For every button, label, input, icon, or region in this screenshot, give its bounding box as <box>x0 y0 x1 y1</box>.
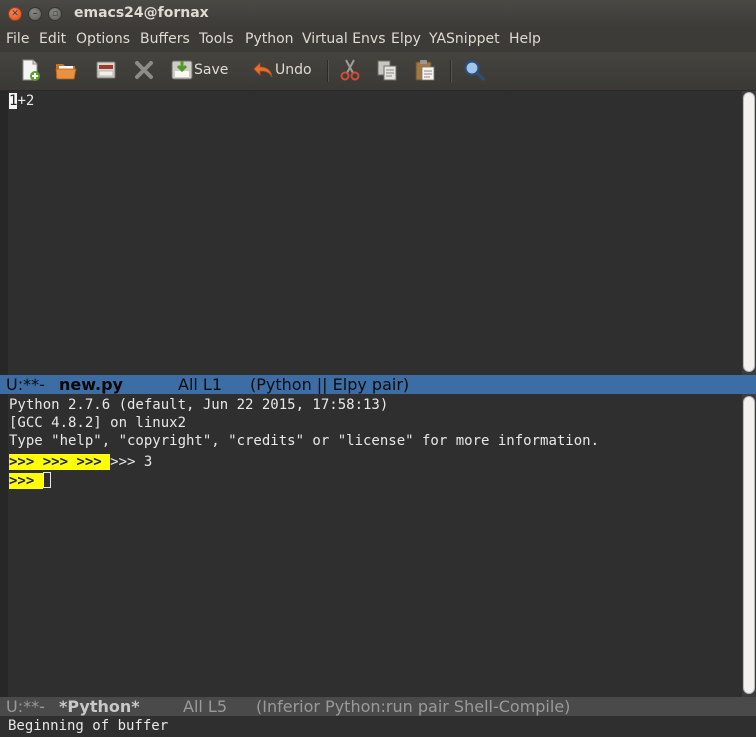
save-icon <box>171 60 193 80</box>
open-file-button[interactable] <box>54 58 82 84</box>
save-label: Save <box>194 62 229 78</box>
new-file-button[interactable] <box>18 58 44 84</box>
modeline-buffer-name[interactable]: *Python* <box>59 697 140 716</box>
left-fringe-bottom <box>0 394 8 697</box>
editor-line-text: +2 <box>17 93 35 109</box>
copy-icon <box>377 60 397 81</box>
new-file-icon <box>22 59 40 81</box>
dired-icon <box>96 61 116 79</box>
toolbar: Save Undo <box>0 52 756 91</box>
undo-button[interactable]: Undo <box>251 58 315 84</box>
scrollbar-top-thumb[interactable] <box>743 92 755 372</box>
left-fringe-top <box>0 91 8 375</box>
undo-label: Undo <box>275 62 312 78</box>
close-icon <box>135 61 153 79</box>
modeline-status: U:**- <box>6 375 45 394</box>
shell-line-1: Python 2.7.6 (default, Jun 22 2015, 17:5… <box>9 397 389 413</box>
paste-button[interactable] <box>413 58 439 84</box>
menu-tools[interactable]: Tools <box>199 31 234 47</box>
search-icon <box>464 60 485 81</box>
modeline-position: All L1 <box>178 375 223 394</box>
shell-line-3: Type "help", "copyright", "credits" or "… <box>9 433 600 449</box>
modeline-position: All L5 <box>183 697 228 716</box>
modeline-python-shell[interactable]: U:**- *Python* All L5 (Inferior Python:r… <box>0 697 756 716</box>
shell-line-4: >>> >>> >>> >>> 3 <box>9 453 152 471</box>
python-shell-buffer[interactable]: Python 2.7.6 (default, Jun 22 2015, 17:5… <box>9 396 740 697</box>
close-icon: ✕ <box>11 9 19 19</box>
menu-options[interactable]: Options <box>76 31 130 47</box>
window-maximize-button[interactable]: ▫ <box>48 7 62 21</box>
search-button[interactable] <box>462 58 488 84</box>
menu-yasnippet[interactable]: YASnippet <box>429 31 500 47</box>
toolbar-separator <box>327 60 329 82</box>
menu-virtual-envs[interactable]: Virtual Envs <box>302 31 386 47</box>
scrollbar-bottom[interactable] <box>742 394 756 697</box>
modeline-modes[interactable]: (Python || Elpy pair) <box>250 375 409 394</box>
cut-icon <box>340 59 360 81</box>
toolbar-separator <box>450 60 452 82</box>
open-folder-icon <box>55 64 77 80</box>
window-close-button[interactable]: ✕ <box>8 7 22 21</box>
menu-bar: File Edit Options Buffers Tools Python V… <box>0 28 756 52</box>
shell-line-2: [GCC 4.8.2] on linux2 <box>9 415 187 431</box>
menu-file[interactable]: File <box>6 31 29 47</box>
menu-buffers[interactable]: Buffers <box>140 31 190 47</box>
shell-cursor <box>42 472 51 488</box>
menu-edit[interactable]: Edit <box>39 31 66 47</box>
menu-help[interactable]: Help <box>509 31 541 47</box>
scrollbar-top[interactable] <box>742 91 756 375</box>
shell-current-prompt: >>> <box>9 473 43 489</box>
editor-line-1: 1+2 <box>9 92 34 110</box>
save-button[interactable]: Save <box>170 58 230 84</box>
editor-buffer-new-py[interactable]: 1+2 <box>9 91 740 375</box>
cut-button[interactable] <box>338 58 364 84</box>
window-minimize-button[interactable]: – <box>28 7 42 21</box>
menu-python[interactable]: Python <box>245 31 294 47</box>
dired-button[interactable] <box>94 58 120 84</box>
modeline-new-py[interactable]: U:**- new.py All L1 (Python || Elpy pair… <box>0 375 756 394</box>
emacs-window: ✕ – ▫ emacs24@fornax File Edit Options B… <box>0 0 756 737</box>
modeline-modes[interactable]: (Inferior Python:run pair Shell-Compile) <box>256 697 570 716</box>
echo-area[interactable]: Beginning of buffer <box>0 716 756 737</box>
modeline-status: U:**- <box>6 697 45 716</box>
copy-button[interactable] <box>375 58 401 84</box>
title-bar[interactable]: ✕ – ▫ emacs24@fornax <box>0 0 756 28</box>
echo-message: Beginning of buffer <box>8 718 169 734</box>
shell-line-5: >>> <box>9 472 51 490</box>
paste-icon <box>415 60 435 81</box>
shell-output: >>> 3 <box>110 454 153 470</box>
window-title: emacs24@fornax <box>74 5 209 21</box>
kill-buffer-button[interactable] <box>132 58 158 84</box>
minimize-icon: – <box>32 9 38 19</box>
modeline-buffer-name[interactable]: new.py <box>59 375 123 394</box>
undo-icon <box>253 62 273 78</box>
shell-prompt-group: >>> >>> >>> <box>9 454 111 470</box>
maximize-icon: ▫ <box>51 9 59 19</box>
scrollbar-bottom-thumb[interactable] <box>743 396 755 694</box>
menu-elpy[interactable]: Elpy <box>391 31 421 47</box>
